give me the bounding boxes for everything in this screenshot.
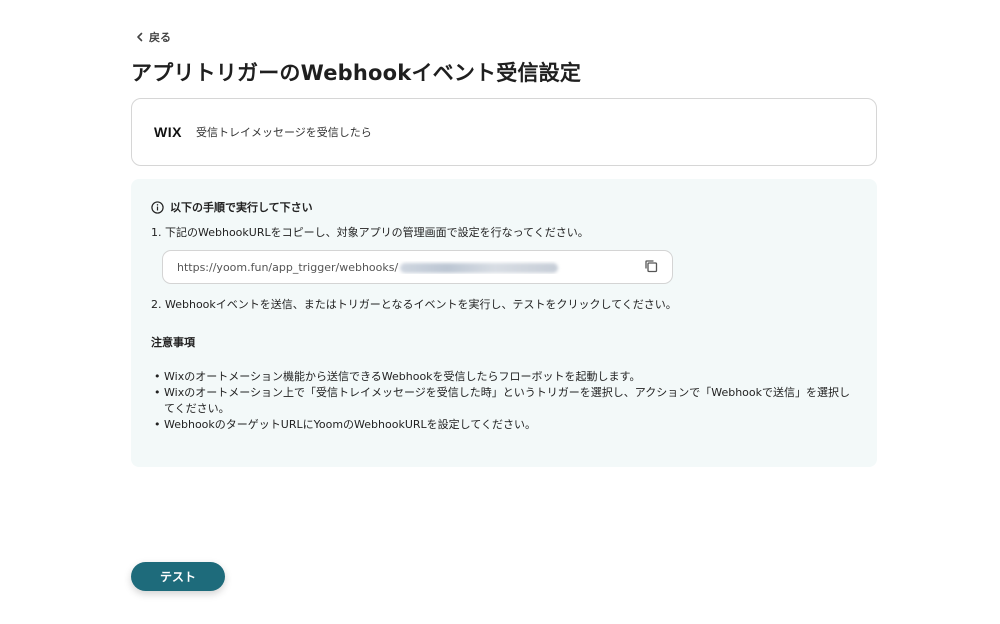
list-item: WebhookのターゲットURLにYoomのWebhookURLを設定してくださ… <box>154 417 857 433</box>
wix-logo: WIX <box>154 124 182 140</box>
instructions-heading: 以下の手順で実行して下さい <box>151 199 857 215</box>
webhook-url-field[interactable]: https://yoom.fun/app_trigger/webhooks/ <box>162 250 673 284</box>
copy-button[interactable] <box>642 258 660 276</box>
instructions-panel: 以下の手順で実行して下さい 1. 下記のWebhookURLをコピーし、対象アプ… <box>131 179 877 467</box>
copy-icon <box>644 258 658 277</box>
instructions-heading-text: 以下の手順で実行して下さい <box>170 201 313 214</box>
page-title: アプリトリガーのWebhookイベント受信設定 <box>131 61 582 85</box>
webhook-url-token-redacted <box>400 262 559 273</box>
webhook-url-text: https://yoom.fun/app_trigger/webhooks/ <box>177 261 642 274</box>
step-2: 2. Webhookイベントを送信、またはトリガーとなるイベントを実行し、テスト… <box>151 298 677 311</box>
info-icon <box>151 200 164 214</box>
chevron-left-icon <box>135 32 145 42</box>
list-item: Wixのオートメーション機能から送信できるWebhookを受信したらフローボット… <box>154 369 857 385</box>
test-button[interactable]: テスト <box>131 562 225 591</box>
list-item: Wixのオートメーション上で「受信トレイメッセージを受信した時」というトリガーを… <box>154 385 857 417</box>
back-link[interactable]: 戻る <box>135 29 171 45</box>
page: 戻る アプリトリガーのWebhookイベント受信設定 WIX 受信トレイメッセー… <box>0 0 1000 624</box>
trigger-name: 受信トレイメッセージを受信したら <box>196 126 372 139</box>
step-1: 1. 下記のWebhookURLをコピーし、対象アプリの管理画面で設定を行なって… <box>151 226 589 239</box>
back-label: 戻る <box>149 31 171 44</box>
app-card: WIX 受信トレイメッセージを受信したら <box>131 98 877 166</box>
notes-heading: 注意事項 <box>151 336 195 349</box>
notes-list: Wixのオートメーション機能から送信できるWebhookを受信したらフローボット… <box>151 369 857 433</box>
